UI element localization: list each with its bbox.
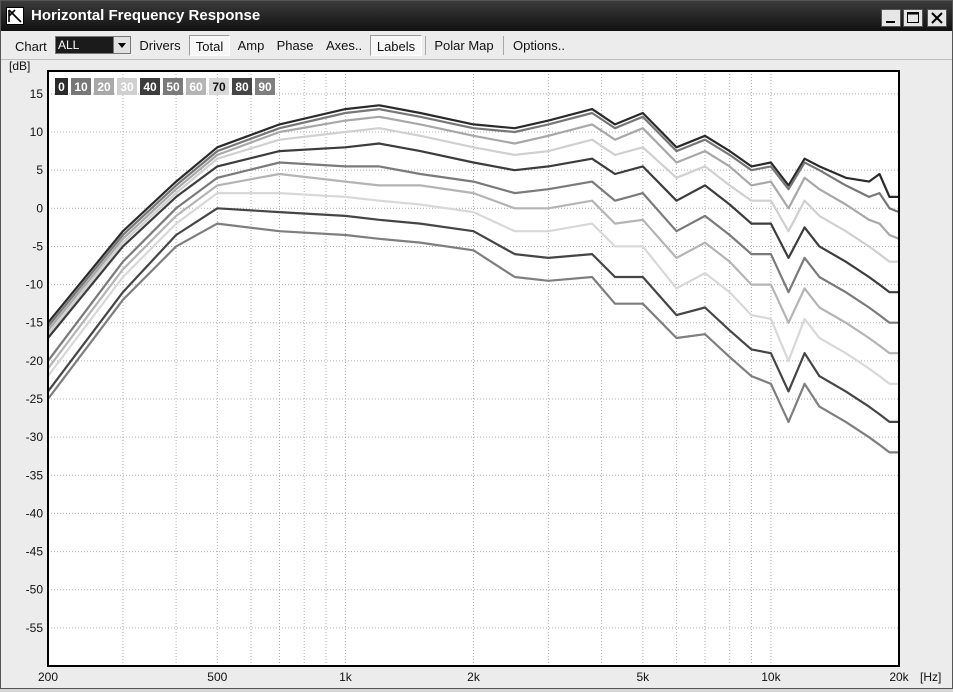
x-tick-label: 1k — [339, 670, 353, 684]
minimize-button[interactable] — [881, 9, 901, 27]
axes-button[interactable]: Axes.. — [321, 35, 367, 56]
y-tick-label: 5 — [36, 163, 43, 177]
close-button[interactable] — [927, 9, 947, 27]
legend-label-90: 90 — [258, 80, 272, 94]
chart-label: Chart — [15, 39, 47, 54]
total-button[interactable]: Total — [189, 35, 230, 56]
legend-label-70: 70 — [212, 80, 226, 94]
chart-select-value: ALL — [58, 38, 80, 52]
x-tick-label: 2k — [467, 670, 481, 684]
x-tick-label: 20k — [889, 670, 909, 684]
polar-map-button[interactable]: Polar Map — [430, 35, 498, 56]
legend: 0 10 20 30 40 50 60 70 80 90 — [55, 78, 275, 95]
frequency-response-chart: 0 10 20 30 40 50 60 70 80 90 15 10 5 0 -5 -10 -15 -20 -25… — [1, 59, 952, 688]
y-tick-label: -5 — [32, 239, 43, 253]
legend-label-30: 30 — [120, 80, 134, 94]
toolbar: Chart ALL Drivers Total Amp Phase Axes..… — [1, 31, 952, 60]
legend-label-40: 40 — [143, 80, 157, 94]
x-tick-label: 500 — [207, 670, 227, 684]
legend-label-60: 60 — [189, 80, 203, 94]
app-logo-icon — [6, 7, 24, 25]
y-tick-label: -10 — [26, 278, 44, 292]
x-tick-label: 10k — [761, 670, 781, 684]
labels-button[interactable]: Labels — [370, 35, 422, 56]
y-tick-label: 15 — [30, 87, 44, 101]
y-tick-label: -45 — [26, 545, 44, 559]
x-tick-label: 5k — [636, 670, 650, 684]
y-unit-label: [dB] — [9, 59, 30, 73]
toolbar-separator — [503, 36, 504, 55]
y-tick-label: -20 — [26, 354, 44, 368]
x-unit-label: [Hz] — [920, 670, 941, 684]
chart-select[interactable]: ALL — [55, 36, 131, 54]
y-tick-label: -50 — [26, 583, 44, 597]
legend-label-0: 0 — [58, 80, 65, 94]
chart-svg: 0 10 20 30 40 50 60 70 80 90 151050-5-10-15-20-25… — [9, 59, 941, 684]
toolbar-separator — [425, 36, 426, 55]
y-tick-label: -30 — [26, 430, 44, 444]
y-tick-label: -40 — [26, 506, 44, 520]
legend-label-10: 10 — [74, 80, 88, 94]
chevron-down-icon[interactable] — [113, 37, 130, 53]
options-button[interactable]: Options.. — [508, 35, 570, 56]
window-title: Horizontal Frequency Response — [31, 7, 261, 24]
legend-label-50: 50 — [166, 80, 180, 94]
phase-button[interactable]: Phase — [273, 35, 317, 56]
amp-button[interactable]: Amp — [232, 35, 270, 56]
grid — [48, 71, 899, 666]
app-window: Horizontal Frequency Response Chart ALL … — [0, 0, 953, 689]
legend-label-80: 80 — [235, 80, 249, 94]
drivers-button[interactable]: Drivers — [135, 35, 185, 56]
y-tick-label: -55 — [26, 621, 44, 635]
x-tick-label: 200 — [38, 670, 58, 684]
y-tick-label: 10 — [30, 125, 44, 139]
maximize-button[interactable] — [903, 9, 923, 27]
y-tick-label: 0 — [36, 201, 43, 215]
legend-label-20: 20 — [97, 80, 111, 94]
y-tick-label: -35 — [26, 468, 44, 482]
y-tick-label: -15 — [26, 316, 44, 330]
title-bar[interactable]: Horizontal Frequency Response — [1, 1, 952, 31]
y-tick-label: -25 — [26, 392, 44, 406]
